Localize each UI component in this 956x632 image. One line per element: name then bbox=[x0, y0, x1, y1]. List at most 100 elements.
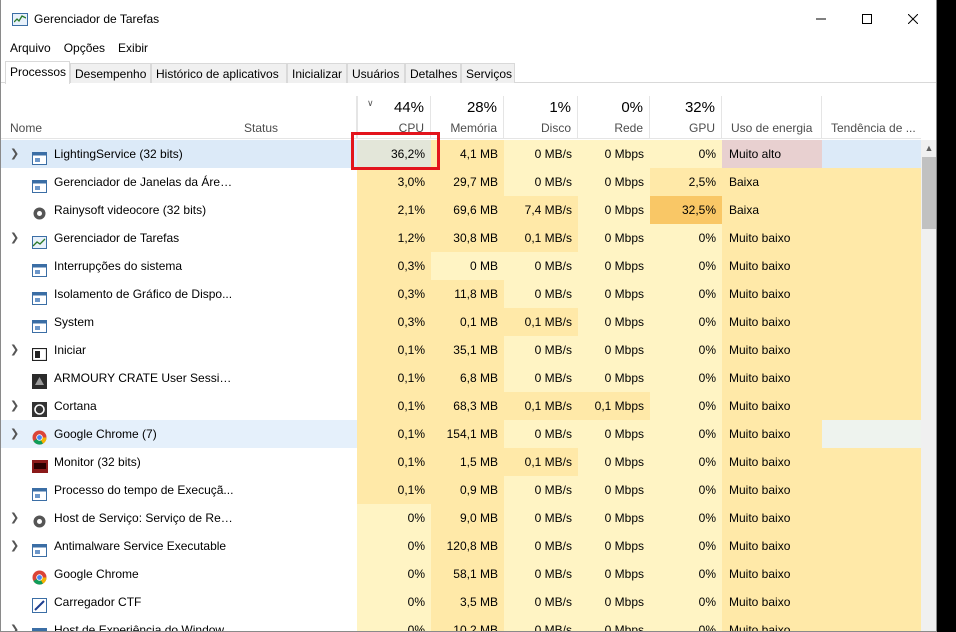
chevron-right-icon[interactable]: ❯ bbox=[10, 616, 19, 631]
process-trend bbox=[822, 588, 921, 616]
process-name-cell[interactable]: ❯ Cortana bbox=[1, 392, 238, 420]
col-name-label: Nome bbox=[10, 121, 43, 135]
window-icon bbox=[32, 259, 47, 277]
process-network: 0 Mbps bbox=[578, 504, 650, 532]
process-network: 0 Mbps bbox=[578, 616, 650, 631]
process-name-cell[interactable]: Monitor (32 bits) bbox=[1, 448, 238, 476]
process-power: Muito alto bbox=[722, 140, 822, 168]
process-name: LightingService (32 bits) bbox=[54, 147, 183, 161]
scroll-up-icon[interactable]: ▲ bbox=[921, 140, 936, 157]
process-name: Antimalware Service Executable bbox=[54, 539, 227, 553]
tab-servicos[interactable]: Serviços bbox=[461, 63, 515, 83]
process-power: Muito baixo bbox=[722, 616, 822, 631]
process-row[interactable]: ❯ Google Chrome (7) 0,1% 154,1 MB 0 MB/s 0 Mb… bbox=[1, 420, 921, 448]
menu-exibir[interactable]: Exibir bbox=[113, 41, 153, 55]
tab-usuarios[interactable]: Usuários bbox=[347, 63, 405, 83]
tab-historico[interactable]: Histórico de aplicativos bbox=[151, 63, 287, 83]
menu-opcoes[interactable]: Opções bbox=[59, 41, 110, 55]
process-row[interactable]: Carregador CTF 0% 3,5 MB 0 MB/s 0 Mbps 0% Muit… bbox=[1, 588, 921, 616]
col-gpu[interactable]: 32% GPU bbox=[650, 96, 722, 139]
chevron-right-icon[interactable]: ❯ bbox=[10, 532, 19, 560]
process-row[interactable]: ❯ Host de Serviço: Serviço de Rep... 0% 9,0… bbox=[1, 504, 921, 532]
process-power: Muito baixo bbox=[722, 336, 822, 364]
process-name-cell[interactable]: Gerenciador de Janelas da Área ... bbox=[1, 168, 238, 196]
process-row[interactable]: Processo do tempo de Execuçã... 0,1% 0,9 M… bbox=[1, 476, 921, 504]
col-power[interactable]: Uso de energia bbox=[722, 96, 822, 139]
col-name[interactable]: Nome bbox=[1, 96, 238, 139]
maximize-button[interactable] bbox=[844, 0, 890, 38]
process-row[interactable]: ❯ Gerenciador de Tarefas 1,2% 30,8 MB 0,1 MB… bbox=[1, 224, 921, 252]
process-status bbox=[238, 364, 357, 392]
process-row[interactable]: ❯ Antimalware Service Executable 0% 120,8 M… bbox=[1, 532, 921, 560]
process-gpu: 32,5% bbox=[650, 196, 722, 224]
col-network[interactable]: 0% Rede bbox=[578, 96, 650, 139]
col-trend[interactable]: Tendência de ... bbox=[822, 96, 921, 139]
process-row[interactable]: ❯ Cortana 0,1% 68,3 MB 0,1 MB/s 0,1 Mbps 0% Mui… bbox=[1, 392, 921, 420]
col-memory-label: Memória bbox=[450, 121, 497, 135]
process-row[interactable]: Monitor (32 bits) 0,1% 1,5 MB 0,1 MB/s 0 Mbp… bbox=[1, 448, 921, 476]
process-row[interactable]: Interrupções do sistema 0,3% 0 MB 0 MB/s 0 M… bbox=[1, 252, 921, 280]
minimize-button[interactable] bbox=[798, 0, 844, 38]
tab-processos[interactable]: Processos bbox=[5, 61, 70, 84]
process-power: Muito baixo bbox=[722, 448, 822, 476]
col-disk[interactable]: 1% Disco bbox=[504, 96, 578, 139]
chevron-right-icon[interactable]: ❯ bbox=[10, 504, 19, 532]
process-disk: 0 MB/s bbox=[504, 420, 578, 448]
process-gpu: 0% bbox=[650, 280, 722, 308]
process-row[interactable]: ❯ Iniciar 0,1% 35,1 MB 0 MB/s 0 Mbps 0% Muito b… bbox=[1, 336, 921, 364]
process-row[interactable]: Isolamento de Gráfico de Dispo... 0,3% 11,… bbox=[1, 280, 921, 308]
menu-arquivo[interactable]: Arquivo bbox=[5, 41, 56, 55]
process-name-cell[interactable]: ❯ Host de Experiência do Window... bbox=[1, 616, 238, 631]
process-memory: 69,6 MB bbox=[431, 196, 504, 224]
process-trend bbox=[822, 616, 921, 631]
tab-inicializar[interactable]: Inicializar bbox=[287, 63, 347, 83]
process-row[interactable]: System 0,3% 0,1 MB 0,1 MB/s 0 Mbps 0% Muito ba… bbox=[1, 308, 921, 336]
close-button[interactable] bbox=[890, 0, 936, 38]
process-name-cell[interactable]: Carregador CTF bbox=[1, 588, 238, 616]
process-row[interactable]: Gerenciador de Janelas da Área ... 3,0% 29… bbox=[1, 168, 921, 196]
task-manager-window: Gerenciador de Tarefas Arquivo Opções Ex… bbox=[0, 0, 937, 632]
tab-detalhes[interactable]: Detalhes bbox=[405, 63, 461, 83]
process-name-cell[interactable]: Rainysoft videocore (32 bits) bbox=[1, 196, 238, 224]
process-name-cell[interactable]: System bbox=[1, 308, 238, 336]
title-bar[interactable]: Gerenciador de Tarefas bbox=[1, 0, 936, 38]
vertical-scrollbar[interactable]: ▲ bbox=[921, 140, 936, 631]
process-status bbox=[238, 476, 357, 504]
process-name: Iniciar bbox=[54, 343, 87, 357]
process-name-cell[interactable]: Interrupções do sistema bbox=[1, 252, 238, 280]
process-name-cell[interactable]: ❯ Iniciar bbox=[1, 336, 238, 364]
process-row[interactable]: Google Chrome 0% 58,1 MB 0 MB/s 0 Mbps 0% Muit… bbox=[1, 560, 921, 588]
window-icon bbox=[32, 539, 47, 557]
process-name-cell[interactable]: Isolamento de Gráfico de Dispo... bbox=[1, 280, 238, 308]
chevron-right-icon[interactable]: ❯ bbox=[10, 420, 19, 448]
scroll-thumb[interactable] bbox=[922, 157, 936, 229]
process-disk: 0 MB/s bbox=[504, 336, 578, 364]
chevron-right-icon[interactable]: ❯ bbox=[10, 224, 19, 252]
process-row[interactable]: Rainysoft videocore (32 bits) 2,1% 69,6 MB… bbox=[1, 196, 921, 224]
process-disk: 0 MB/s bbox=[504, 140, 578, 168]
col-memory[interactable]: 28% Memória bbox=[431, 96, 504, 139]
chevron-right-icon[interactable]: ❯ bbox=[10, 392, 19, 420]
process-row[interactable]: ❯ Host de Experiência do Window... 0% 10,2 … bbox=[1, 616, 921, 631]
chevron-right-icon[interactable]: ❯ bbox=[10, 336, 19, 364]
process-cpu: 3,0% bbox=[357, 168, 431, 196]
process-row[interactable]: ❯ LightingService (32 bits) 36,2% 4,1 MB 0 M… bbox=[1, 140, 921, 168]
process-name-cell[interactable]: ❯ Host de Serviço: Serviço de Rep... bbox=[1, 504, 238, 532]
minimize-icon bbox=[816, 18, 826, 20]
tab-desempenho[interactable]: Desempenho bbox=[70, 63, 151, 83]
process-name-cell[interactable]: Google Chrome bbox=[1, 560, 238, 588]
process-memory: 0,9 MB bbox=[431, 476, 504, 504]
process-row[interactable]: ARMOURY CRATE User Session ... 0,1% 6,8 MB… bbox=[1, 364, 921, 392]
process-gpu: 0% bbox=[650, 420, 722, 448]
chevron-right-icon[interactable]: ❯ bbox=[10, 140, 19, 168]
process-name-cell[interactable]: ❯ Antimalware Service Executable bbox=[1, 532, 238, 560]
process-power: Muito baixo bbox=[722, 588, 822, 616]
process-name-cell[interactable]: ARMOURY CRATE User Session ... bbox=[1, 364, 238, 392]
process-name-cell[interactable]: ❯ LightingService (32 bits) bbox=[1, 140, 238, 168]
process-name-cell[interactable]: Processo do tempo de Execuçã... bbox=[1, 476, 238, 504]
process-trend bbox=[822, 504, 921, 532]
col-status[interactable]: Status bbox=[238, 96, 357, 139]
window-icon bbox=[32, 315, 47, 333]
process-name-cell[interactable]: ❯ Google Chrome (7) bbox=[1, 420, 238, 448]
process-name-cell[interactable]: ❯ Gerenciador de Tarefas bbox=[1, 224, 238, 252]
